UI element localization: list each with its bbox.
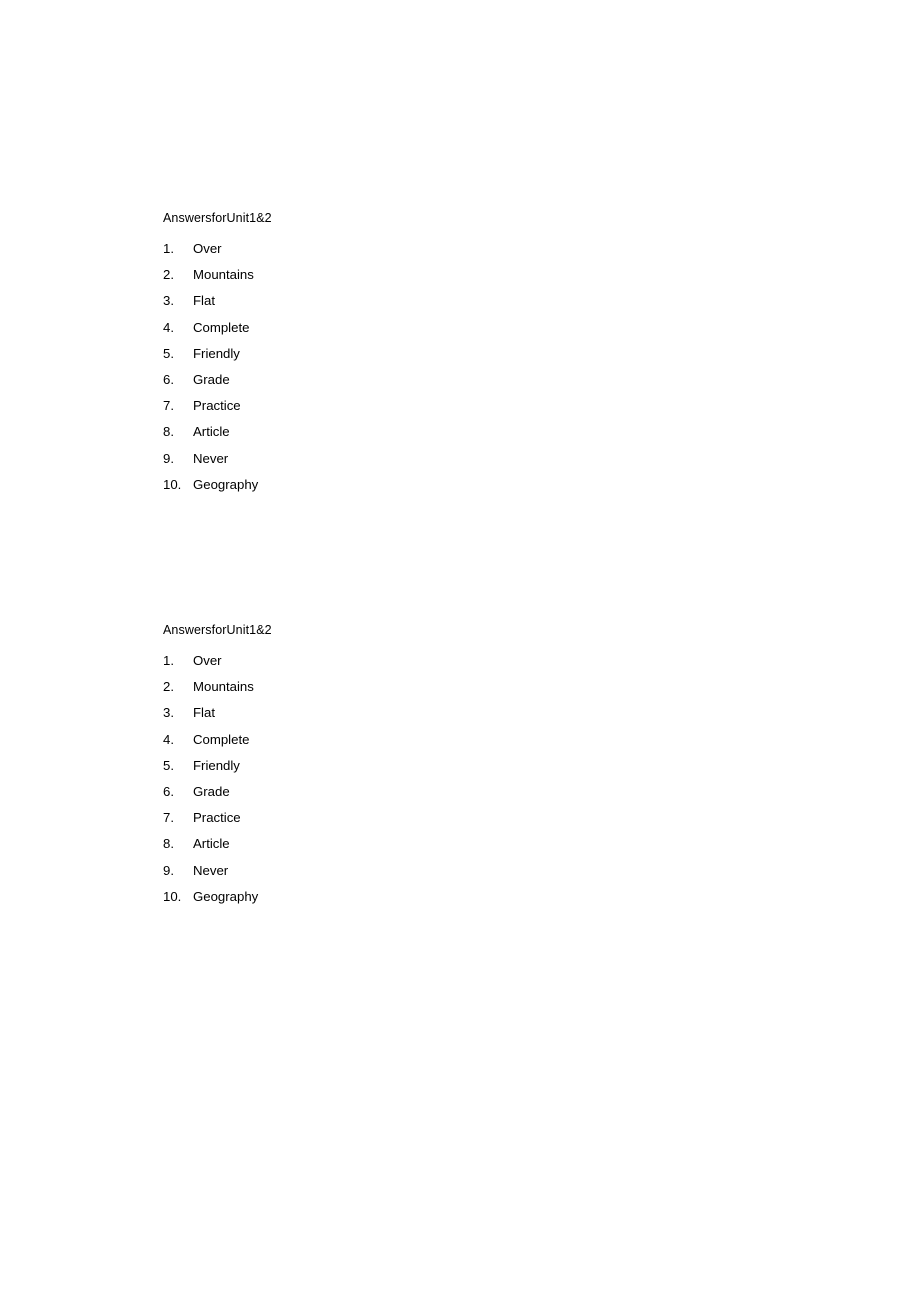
list-item: 1. Over <box>163 648 272 674</box>
list-item: 4. Complete <box>163 727 272 753</box>
list-item-number: 2. <box>163 679 174 695</box>
list-item: 4. Complete <box>163 315 272 341</box>
list-item-number: 1. <box>163 653 174 668</box>
answer-key-block-1: AnswersforUnit1&2 1. Over 2. Mountains 3… <box>163 210 272 498</box>
list-item: 8. Article <box>163 419 272 445</box>
list-item-number: 8. <box>163 836 174 852</box>
answer-key-block-2: AnswersforUnit1&2 1. Over 2. Mountains 3… <box>163 622 272 910</box>
answer-key-title: AnswersforUnit1&2 <box>163 623 272 637</box>
list-item-label: Complete <box>193 319 250 335</box>
list-item-number: 9. <box>163 862 174 878</box>
list-item-label: Geography <box>193 476 259 492</box>
document-page: AnswersforUnit1&2 1. Over 2. Mountains 3… <box>0 0 920 1303</box>
list-item: 6. Grade <box>163 779 272 805</box>
list-item: 9. Never <box>163 858 272 884</box>
list-item-number: 4. <box>163 731 174 747</box>
list-item-number: 10. <box>163 476 182 492</box>
list-item: 5. Friendly <box>163 341 272 367</box>
list-item-number: 6. <box>163 783 174 799</box>
list-item-label: Flat <box>193 293 215 309</box>
list-item: 3. Flat <box>163 700 272 726</box>
list-item-label: Never <box>193 862 229 878</box>
list-item: 10. Geography <box>163 884 272 910</box>
list-item-number: 9. <box>163 450 174 466</box>
list-item-number: 10. <box>163 888 182 904</box>
list-item-label: Complete <box>193 731 250 747</box>
list-item: 6. Grade <box>163 367 272 393</box>
list-item-label: Grade <box>193 783 230 799</box>
list-item-label: Mountains <box>193 267 254 283</box>
list-item: 10. Geography <box>163 472 272 498</box>
list-item-label: Practice <box>193 810 241 826</box>
answer-list-2: 1. Over 2. Mountains 3. Flat 4. Complete… <box>163 648 272 910</box>
list-item-number: 1. <box>163 241 174 256</box>
list-item-number: 2. <box>163 267 174 283</box>
list-item-label: Article <box>193 424 230 440</box>
list-item-number: 3. <box>163 293 174 309</box>
answer-key-title: AnswersforUnit1&2 <box>163 211 272 225</box>
list-item-label: Flat <box>193 705 215 721</box>
list-item: 7. Practice <box>163 393 272 419</box>
list-item-number: 7. <box>163 810 174 826</box>
list-item-number: 6. <box>163 371 174 387</box>
list-item: 1. Over <box>163 236 272 262</box>
list-item: 7. Practice <box>163 805 272 831</box>
list-item: 5. Friendly <box>163 753 272 779</box>
list-item: 2. Mountains <box>163 262 272 288</box>
list-item-label: Friendly <box>193 757 240 773</box>
list-item-label: Friendly <box>193 345 240 361</box>
list-item-label: Over <box>193 241 222 256</box>
list-item-number: 5. <box>163 757 174 773</box>
list-item-label: Geography <box>193 888 259 904</box>
list-item-label: Article <box>193 836 230 852</box>
list-item-number: 8. <box>163 424 174 440</box>
list-item-label: Over <box>193 653 222 668</box>
list-item-label: Grade <box>193 371 230 387</box>
list-item-number: 7. <box>163 398 174 414</box>
list-item-label: Practice <box>193 398 241 414</box>
list-item-number: 5. <box>163 345 174 361</box>
list-item: 2. Mountains <box>163 674 272 700</box>
list-item-number: 4. <box>163 319 174 335</box>
answer-list-1: 1. Over 2. Mountains 3. Flat 4. Complete… <box>163 236 272 498</box>
list-item-label: Mountains <box>193 679 254 695</box>
list-item-label: Never <box>193 450 229 466</box>
list-item: 8. Article <box>163 831 272 857</box>
list-item: 3. Flat <box>163 288 272 314</box>
list-item: 9. Never <box>163 446 272 472</box>
list-item-number: 3. <box>163 705 174 721</box>
